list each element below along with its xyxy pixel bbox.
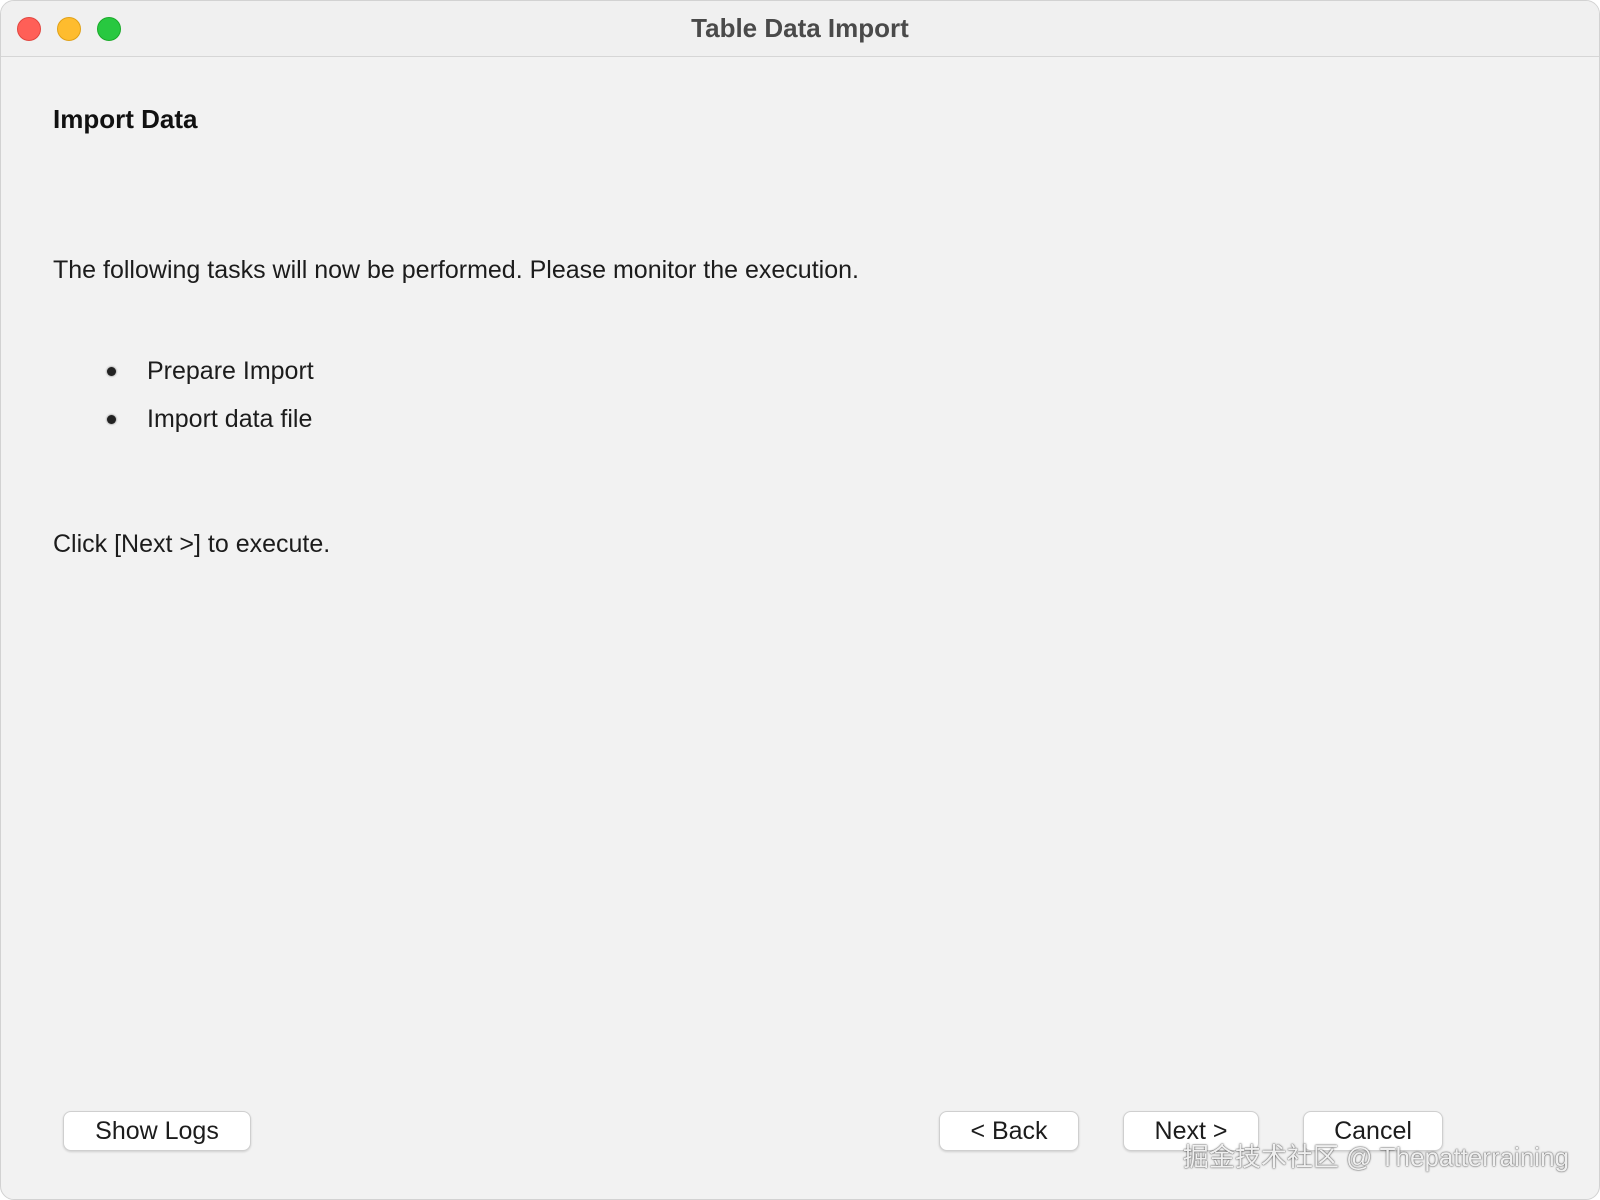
list-item: Import data file [101,404,314,452]
back-button[interactable]: < Back [939,1111,1079,1151]
page-title: Import Data [53,104,198,134]
bullet-icon [107,367,116,376]
bullet-icon [107,415,116,424]
task-list: Prepare Import Import data file [101,356,314,452]
list-item: Prepare Import [101,356,314,404]
intro-text: The following tasks will now be performe… [53,256,859,284]
task-label: Import data file [147,405,313,433]
execute-hint-text: Click [Next >] to execute. [53,530,331,558]
title-bar[interactable]: Table Data Import [1,1,1599,57]
task-label: Prepare Import [147,357,314,385]
show-logs-button[interactable]: Show Logs [63,1111,251,1151]
watermark-text: 掘金技术社区 @ Thepatterraining [1182,1142,1569,1172]
window-title: Table Data Import [691,13,909,43]
import-dialog-window: Table Data Import Import Data The follow… [0,0,1600,1200]
